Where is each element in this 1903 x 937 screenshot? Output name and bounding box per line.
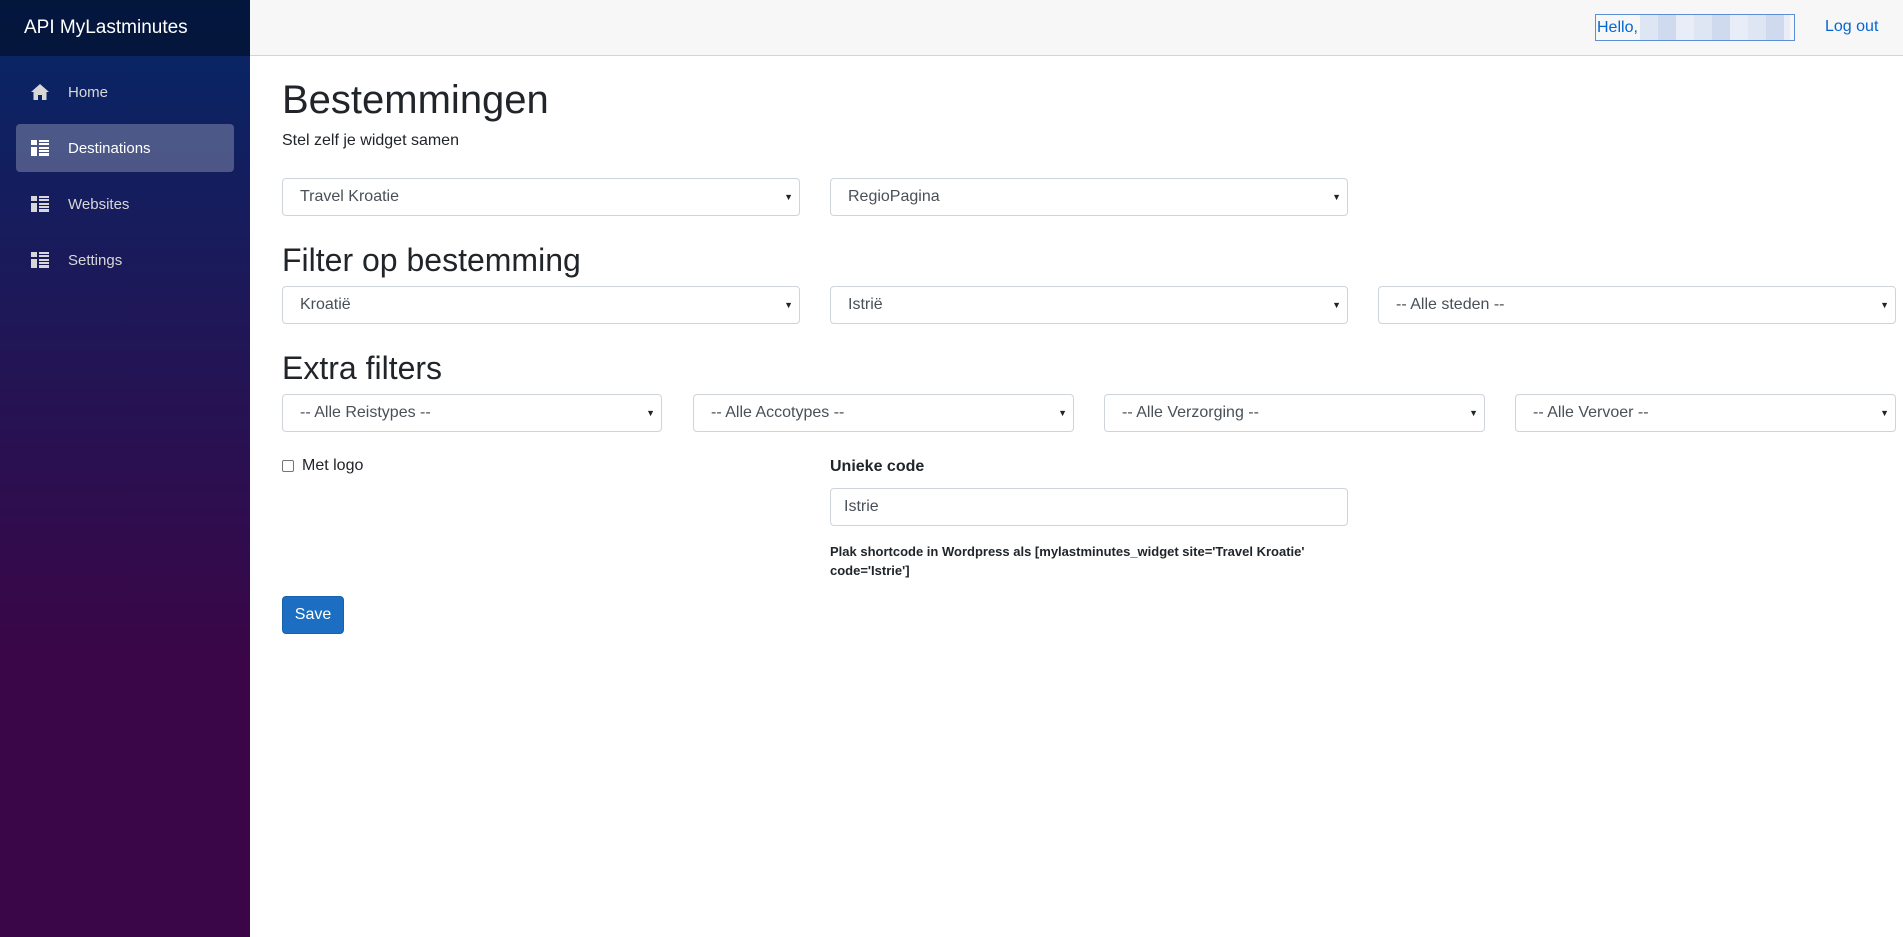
sidebar-item-label: Websites — [68, 195, 130, 213]
save-button[interactable]: Save — [282, 596, 344, 634]
select-value: -- Alle Verzorging -- — [1122, 404, 1259, 421]
logo-checkbox-row: Met logo — [282, 457, 363, 475]
filter-heading: Filter op bestemming — [282, 242, 581, 278]
page-title: Bestemmingen — [282, 78, 549, 122]
chevron-down-icon: ▼ — [1058, 408, 1067, 418]
chevron-down-icon: ▼ — [1469, 408, 1478, 418]
unique-code-input[interactable]: Istrie — [830, 488, 1348, 526]
select-value: Kroatië — [300, 296, 351, 313]
sidebar-item-home[interactable]: Home — [16, 68, 234, 116]
chevron-down-icon: ▼ — [1332, 192, 1341, 202]
select-value: -- Alle Reistypes -- — [300, 404, 431, 421]
unique-code-value: Istrie — [844, 498, 879, 515]
chevron-down-icon: ▼ — [1880, 300, 1889, 310]
page-type-select[interactable]: RegioPagina ▼ — [830, 178, 1348, 216]
extra-filters-heading: Extra filters — [282, 350, 443, 386]
chevron-down-icon: ▼ — [784, 192, 793, 202]
sidebar-item-websites[interactable]: Websites — [16, 180, 234, 228]
region-select[interactable]: Istrië ▼ — [830, 286, 1348, 324]
shortcode-hint: Plak shortcode in Wordpress als [mylastm… — [830, 544, 1305, 578]
select-value: Istrië — [848, 296, 883, 313]
user-greeting[interactable]: Hello, — [1595, 14, 1795, 41]
acco-type-select[interactable]: -- Alle Accotypes -- ▼ — [693, 394, 1074, 432]
logout-link[interactable]: Log out — [1825, 18, 1878, 36]
list-grid-icon — [30, 250, 50, 270]
chevron-down-icon: ▼ — [1332, 300, 1341, 310]
app-brand[interactable]: API MyLastminutes — [0, 0, 250, 56]
board-select[interactable]: -- Alle Verzorging -- ▼ — [1104, 394, 1485, 432]
travel-type-select[interactable]: -- Alle Reistypes -- ▼ — [282, 394, 662, 432]
select-value: -- Alle Accotypes -- — [711, 404, 845, 421]
sidebar-item-label: Home — [68, 83, 109, 101]
select-value: -- Alle Vervoer -- — [1533, 404, 1649, 421]
sidebar-item-label: Settings — [68, 251, 123, 269]
sidebar: API MyLastminutes Home Destinations Webs… — [0, 0, 250, 937]
country-select[interactable]: Kroatië ▼ — [282, 286, 800, 324]
city-select[interactable]: -- Alle steden -- ▼ — [1378, 286, 1896, 324]
select-value: -- Alle steden -- — [1396, 296, 1505, 313]
site-select[interactable]: Travel Kroatie ▼ — [282, 178, 800, 216]
logo-checkbox[interactable] — [282, 460, 294, 472]
list-grid-icon — [30, 194, 50, 214]
sidebar-item-destinations[interactable]: Destinations — [16, 124, 234, 172]
transport-select[interactable]: -- Alle Vervoer -- ▼ — [1515, 394, 1896, 432]
sidebar-nav: Home Destinations Websites Settings — [0, 56, 250, 284]
select-value: RegioPagina — [848, 188, 940, 205]
chevron-down-icon: ▼ — [1880, 408, 1889, 418]
chevron-down-icon: ▼ — [646, 408, 655, 418]
chevron-down-icon: ▼ — [784, 300, 793, 310]
home-icon — [30, 82, 50, 102]
redacted-username — [1639, 15, 1790, 40]
sidebar-item-label: Destinations — [68, 139, 151, 157]
logo-checkbox-label[interactable]: Met logo — [302, 457, 363, 475]
unique-code-label: Unieke code — [830, 458, 925, 475]
list-grid-icon — [30, 138, 50, 158]
top-bar: Hello, Log out — [250, 0, 1903, 56]
sidebar-item-settings[interactable]: Settings — [16, 236, 234, 284]
greeting-text: Hello, — [1597, 18, 1638, 36]
page-subtitle: Stel zelf je widget samen — [282, 132, 459, 149]
select-value: Travel Kroatie — [300, 188, 399, 205]
